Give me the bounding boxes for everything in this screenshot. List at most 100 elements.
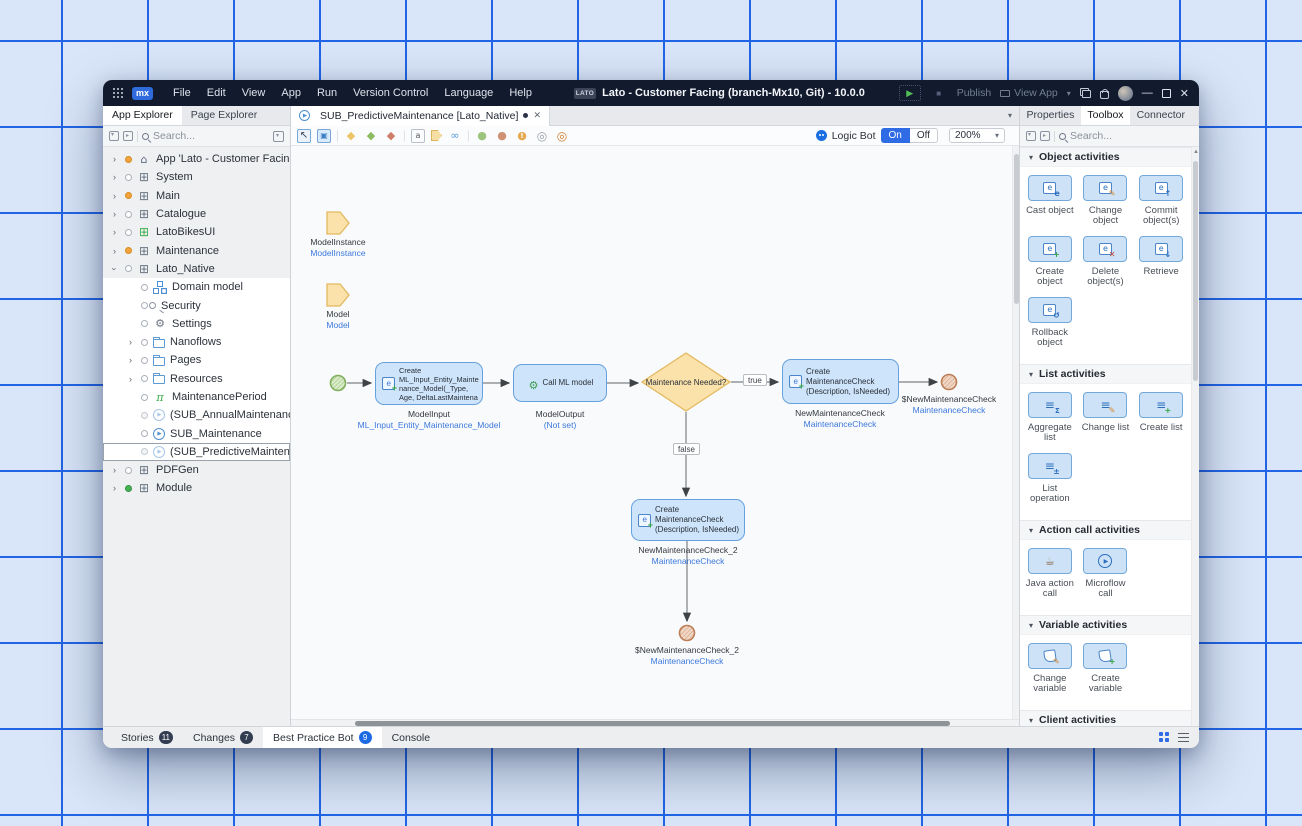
tree-item-pdfgen[interactable]: ›PDFGen <box>103 461 290 479</box>
annotation-tool-icon[interactable] <box>411 129 425 143</box>
expander-icon[interactable]: › <box>108 483 121 493</box>
expand-all-icon[interactable] <box>1040 131 1050 141</box>
dock-tab-changes[interactable]: Changes7 <box>183 727 263 748</box>
toolbox-item-retrieve[interactable]: Retrieve <box>1133 236 1189 297</box>
activity-create-newmaintenancecheck-2[interactable]: Create MaintenanceCheck (Description, Is… <box>631 499 745 541</box>
menu-view[interactable]: View <box>234 80 274 106</box>
tree-item-pages[interactable]: ›Pages <box>103 351 290 369</box>
dock-tab-stories[interactable]: Stories11 <box>111 727 183 748</box>
toolbox-search-input[interactable] <box>1070 130 1193 142</box>
expander-icon[interactable]: › <box>108 172 121 182</box>
expander-icon[interactable]: › <box>124 337 137 347</box>
minimize-button[interactable]: — <box>1142 87 1153 99</box>
tree-item-resources[interactable]: ›Resources <box>103 370 290 388</box>
expander-icon[interactable]: › <box>124 355 137 365</box>
end-event-tool-icon[interactable] <box>495 129 509 143</box>
tree-item-sub-predictivemaintenance[interactable]: ›(SUB_PredictiveMaintenance) <box>103 443 290 461</box>
tree-item-maintenanceperiod[interactable]: ›MaintenancePeriod <box>103 388 290 406</box>
canvas-vertical-scrollbar[interactable] <box>1012 146 1019 719</box>
toolbox-item-delete-object[interactable]: Delete object(s) <box>1078 236 1134 297</box>
expander-icon[interactable]: › <box>108 191 121 201</box>
decision-tool-icon[interactable] <box>344 129 358 143</box>
microflow-canvas[interactable]: ModelInstance ModelInstance Model Model … <box>291 146 1019 719</box>
tree-item-security[interactable]: ›Security <box>103 296 290 314</box>
error-handler-tool-icon[interactable] <box>384 129 398 143</box>
toolbox-item-commit-object[interactable]: Commit object(s) <box>1133 175 1189 236</box>
document-tab[interactable]: SUB_PredictiveMaintenance [Lato_Native] … <box>291 106 550 126</box>
expander-icon[interactable]: › <box>124 374 137 384</box>
parameter-tool-icon[interactable] <box>431 130 442 141</box>
marketplace-icon[interactable] <box>1100 91 1109 99</box>
avatar[interactable] <box>1118 86 1133 101</box>
explorer-search-input[interactable] <box>153 130 269 142</box>
merge-tool-icon[interactable] <box>364 129 378 143</box>
tab-integration[interactable]: Integration <box>1192 106 1199 125</box>
scrollbar-thumb[interactable] <box>1193 161 1198 381</box>
toolbox-vertical-scrollbar[interactable]: ▲ <box>1191 147 1199 726</box>
maximize-button[interactable] <box>1162 89 1171 98</box>
tab-connector[interactable]: Connector <box>1130 106 1191 125</box>
expander-icon[interactable]: › <box>108 227 121 237</box>
activity-create-modelinput[interactable]: Create ML_Input_Entity_Mainte nance_Mode… <box>375 362 483 405</box>
tree-item-domain-model[interactable]: ›Domain model <box>103 278 290 296</box>
expander-icon[interactable]: › <box>110 262 120 275</box>
menu-help[interactable]: Help <box>501 80 540 106</box>
list-view-icon[interactable] <box>1178 733 1189 742</box>
expander-icon[interactable]: › <box>108 465 121 475</box>
section-list-activities[interactable]: ▾List activities <box>1020 364 1191 384</box>
menu-language[interactable]: Language <box>436 80 501 106</box>
toolbox-item-change-object[interactable]: Change object <box>1078 175 1134 236</box>
tree-item-settings[interactable]: ›Settings <box>103 315 290 333</box>
tab-list-dropdown-icon[interactable]: ▾ <box>1008 111 1012 120</box>
dock-tab-best-practice-bot[interactable]: Best Practice Bot9 <box>263 727 382 748</box>
logic-bot-off-button[interactable]: Off <box>910 128 938 143</box>
activity-call-ml-model[interactable]: Call ML model <box>513 364 607 402</box>
view-app-button[interactable]: View App <box>1000 87 1058 99</box>
logic-bot-on-button[interactable]: On <box>881 128 910 143</box>
menu-app[interactable]: App <box>273 80 309 106</box>
toolbox-item-change-variable[interactable]: Change variable <box>1022 643 1078 704</box>
stop-button[interactable] <box>930 85 948 101</box>
tree-item-sub-annualmaintenance[interactable]: ›(SUB_AnnualMaintenance) <box>103 406 290 424</box>
view-app-dropdown-icon[interactable]: ▾ <box>1067 89 1071 98</box>
publish-button[interactable]: Publish <box>957 87 991 99</box>
tab-app-explorer[interactable]: App Explorer <box>103 106 182 125</box>
collapse-all-icon[interactable] <box>1026 131 1036 141</box>
locate-document-icon[interactable] <box>123 131 133 141</box>
activity-create-newmaintenancecheck[interactable]: Create MaintenanceCheck (Description, Is… <box>782 359 899 404</box>
decision-maintenance-needed[interactable]: Maintenance Needed? <box>642 353 730 411</box>
break-event-tool-icon[interactable] <box>555 129 569 143</box>
dock-tab-console[interactable]: Console <box>382 727 441 748</box>
tab-page-explorer[interactable]: Page Explorer <box>182 106 267 125</box>
menu-version-control[interactable]: Version Control <box>345 80 436 106</box>
error-event-tool-icon[interactable] <box>515 129 529 143</box>
continue-event-tool-icon[interactable] <box>535 129 549 143</box>
toolbox-item-rollback-object[interactable]: Rollback object <box>1022 297 1078 358</box>
run-button[interactable] <box>899 85 921 101</box>
expander-icon[interactable]: › <box>108 209 121 219</box>
menu-file[interactable]: File <box>165 80 199 106</box>
canvas-horizontal-scrollbar[interactable] <box>291 719 1019 726</box>
tree-item-module[interactable]: ›Module <box>103 479 290 497</box>
tree-item-main[interactable]: ›Main <box>103 187 290 205</box>
section-client-activities[interactable]: ▾Client activities <box>1020 710 1191 726</box>
zoom-level-select[interactable]: 200% ▾ <box>949 128 1005 143</box>
toolbox-item-aggregate-list[interactable]: Aggregate list <box>1022 392 1078 453</box>
marquee-tool-icon[interactable] <box>317 129 331 143</box>
menu-edit[interactable]: Edit <box>199 80 234 106</box>
toolbox-item-cast-object[interactable]: Cast object <box>1022 175 1078 236</box>
toolbox-item-java-action-call[interactable]: Java action call <box>1022 548 1078 609</box>
toolbox-item-list-operation[interactable]: List operation <box>1022 453 1078 514</box>
collaboration-icon[interactable] <box>1080 88 1091 98</box>
section-object-activities[interactable]: ▾Object activities <box>1020 147 1191 167</box>
select-tool-icon[interactable] <box>297 129 311 143</box>
expander-icon[interactable]: › <box>108 154 121 164</box>
tree-item-lato-native[interactable]: ›Lato_Native <box>103 260 290 278</box>
toolbox-item-create-object[interactable]: Create object <box>1022 236 1078 297</box>
section-action-call-activities[interactable]: ▾Action call activities <box>1020 520 1191 540</box>
scrollbar-thumb[interactable] <box>355 721 950 726</box>
menu-run[interactable]: Run <box>309 80 345 106</box>
section-variable-activities[interactable]: ▾Variable activities <box>1020 615 1191 635</box>
tree-item-system[interactable]: ›System <box>103 168 290 186</box>
start-event-tool-icon[interactable] <box>475 129 489 143</box>
